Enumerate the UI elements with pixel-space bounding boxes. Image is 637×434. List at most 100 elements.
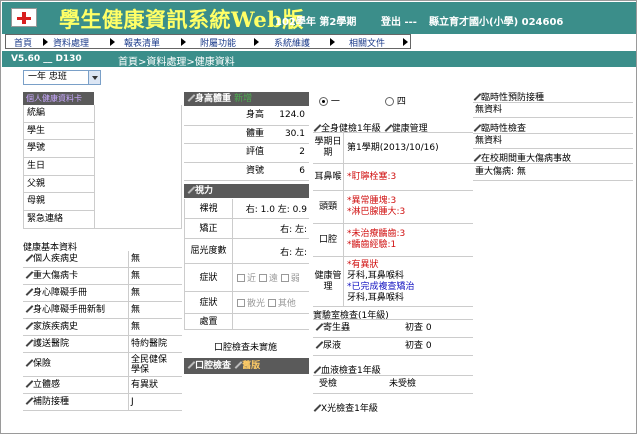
checkbox-astigmatism[interactable] [237, 298, 245, 307]
radio-label: 四 [396, 97, 406, 107]
row-label: 補防接種 [33, 397, 70, 407]
checkbox-other[interactable] [267, 298, 276, 307]
edit-icon[interactable] [25, 359, 32, 366]
row-value: 初查 0 [405, 341, 432, 351]
oral-exam-header[interactable]: 口腔檢查 舊版 [184, 358, 309, 374]
menu-data-processing[interactable]: 資料處理 [53, 36, 89, 49]
menu-home[interactable]: 首頁 [14, 36, 32, 49]
table-row[interactable]: 立體感 有異狀 [23, 377, 182, 394]
row-value: 無 [131, 288, 141, 298]
edit-icon[interactable] [313, 404, 320, 411]
edit-icon[interactable] [234, 361, 241, 368]
checkbox-near[interactable] [237, 273, 245, 282]
edit-icon[interactable] [187, 361, 194, 368]
row-value: *耵聹栓塞:3 [347, 171, 397, 182]
edit-icon[interactable] [25, 380, 32, 387]
row-value: 124.0 [279, 110, 305, 120]
edit-icon[interactable] [25, 322, 32, 329]
row-label: 身心障礙手冊 [33, 288, 88, 298]
edit-icon[interactable] [187, 94, 194, 101]
row-label: 學期日期 [313, 133, 344, 163]
table-row[interactable]: 個人疾病史 無 [23, 251, 182, 268]
edit-icon[interactable] [384, 124, 391, 131]
row-value: 右: 左: [280, 225, 307, 235]
term-radio-1[interactable]: 一 [319, 94, 340, 107]
row-value: 初查 0 [405, 323, 432, 333]
sub-header [2, 51, 636, 67]
checkbox-weak[interactable] [280, 273, 289, 282]
basic-info-header[interactable]: 個人健康資料卡 [23, 92, 94, 105]
menu-arrow-icon [181, 38, 186, 46]
table-row[interactable]: 身心障礙手冊 無 [23, 285, 182, 302]
row-value: 30.1 [284, 128, 305, 139]
school-year: 102學年 第2學期 [275, 17, 357, 28]
table-row[interactable]: 身心障礙手冊新制 無 [23, 302, 182, 319]
row-label: 體重 [245, 128, 264, 139]
edit-icon[interactable] [25, 254, 32, 261]
add-link[interactable]: 新增 [234, 94, 252, 104]
table-row: 身高 124.0 [184, 107, 309, 126]
logout-link[interactable]: 登出 --- [381, 13, 417, 28]
field-emergency: 緊急連絡 [24, 211, 94, 229]
old-version-link[interactable]: 舊版 [242, 361, 260, 371]
breadcrumb: 首頁>資料處理>健康資料 [118, 57, 235, 68]
row-value [235, 314, 307, 329]
basic-info-list: 統編 學生 學號 生日 父親 母親 緊急連絡 [23, 105, 94, 229]
row-label: 口腔 [313, 224, 344, 256]
option-label: 其他 [277, 299, 296, 309]
chevron-down-icon[interactable] [88, 71, 100, 84]
edit-icon[interactable] [25, 305, 32, 312]
row-value: *齲齒經驗:1 [347, 240, 397, 250]
edit-icon[interactable] [313, 366, 320, 373]
row-value: 右: 左: [280, 247, 307, 258]
field-birthday: 生日 [24, 158, 94, 176]
vision-header[interactable]: 視力 [184, 184, 309, 198]
table-row: 口腔 *未治療齲齒:3 *齲齒經驗:1 [313, 224, 473, 257]
edit-icon[interactable] [473, 154, 480, 161]
term-radio-4[interactable]: 四 [385, 94, 406, 107]
class-select[interactable]: 一年 忠班 [23, 70, 101, 85]
table-row[interactable]: 補防接種 J [23, 394, 182, 411]
edit-icon[interactable] [25, 397, 32, 404]
row-label: 身心障礙手冊新制 [33, 305, 106, 315]
xray-title: X光檢查1年級 [313, 401, 378, 414]
edit-icon[interactable] [25, 339, 32, 346]
option-label: 遠 [268, 274, 278, 284]
menu-system[interactable]: 系統維護 [274, 36, 310, 49]
table-row[interactable]: 家族疾病史 無 [23, 319, 182, 336]
table-row: 處置 [185, 314, 309, 330]
lab-table: 寄生蟲 初查 0 尿液 初查 0 [313, 319, 473, 356]
table-row: 耳鼻喉 *耵聹栓塞:3 [313, 164, 473, 191]
menu-reports[interactable]: 報表清單 [124, 36, 160, 49]
menu-docs[interactable]: 相關文件 [349, 36, 385, 49]
edit-icon[interactable] [25, 288, 32, 295]
row-label: 重大傷病卡 [33, 271, 79, 281]
height-weight-header[interactable]: 身高體重 新增 [184, 92, 309, 106]
table-row[interactable]: 重大傷病卡 無 [23, 268, 182, 285]
radio-icon[interactable] [385, 97, 394, 106]
table-row: 體重 30.1 [184, 126, 309, 144]
version-label: V5.60 __ D130 [11, 54, 82, 64]
edit-icon[interactable] [473, 124, 480, 131]
table-row[interactable]: 寄生蟲 初查 0 [313, 320, 473, 338]
row-label: 護送醫院 [33, 339, 70, 349]
row-value: 有異狀 [131, 380, 159, 390]
edit-icon[interactable] [25, 271, 32, 278]
table-row[interactable]: 尿液 初查 0 [313, 338, 473, 356]
edit-icon[interactable] [187, 186, 194, 193]
radio-selected-icon[interactable] [319, 97, 328, 106]
section-title: X光檢查1年級 [321, 404, 378, 414]
edit-icon[interactable] [473, 93, 480, 100]
table-row: 資號 6 [184, 163, 309, 181]
row-value: 第1學期(2013/10/16) [347, 142, 439, 153]
row-label: 保險 [33, 359, 52, 369]
checkbox-far[interactable] [258, 273, 267, 282]
edit-icon[interactable] [315, 323, 322, 330]
menu-extras[interactable]: 附屬功能 [200, 36, 236, 49]
menu-arrow-icon [330, 38, 335, 46]
blood-table: 受檢 未受檢 [313, 375, 473, 394]
edit-icon[interactable] [313, 124, 320, 131]
edit-icon[interactable] [315, 341, 322, 348]
table-row[interactable]: 保險 全民健保 學保 [23, 353, 182, 377]
table-row[interactable]: 護送醫院 特約醫院 [23, 336, 182, 353]
